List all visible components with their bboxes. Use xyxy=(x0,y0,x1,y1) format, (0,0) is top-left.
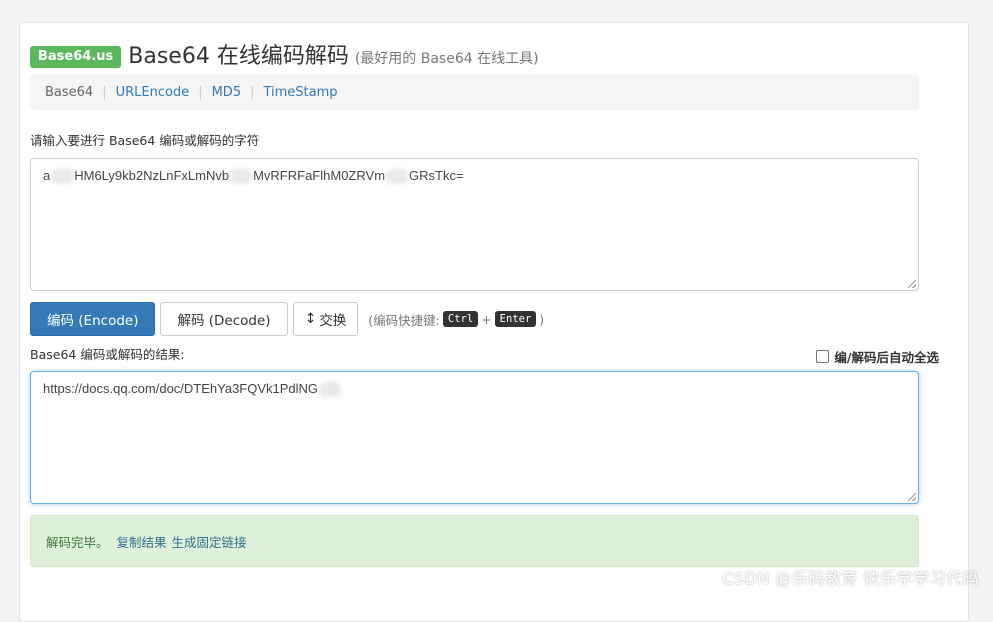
alert-status: 解码完毕。 xyxy=(46,532,109,551)
redaction-blur xyxy=(386,169,408,184)
source-text-part: MvRFRFaFlhM0ZRVm xyxy=(253,168,385,183)
result-text: https://docs.qq.com/doc/DTEhYa3FQVk1PdlN… xyxy=(43,381,318,396)
shortcut-hint: (编码快捷键: Ctrl + Enter ) xyxy=(368,310,544,329)
redaction-blur xyxy=(230,169,252,184)
page-title: Base64 在线编码解码 xyxy=(128,38,349,70)
swap-button-label: 交换 xyxy=(319,309,346,329)
fixed-link-link[interactable]: 生成固定链接 xyxy=(172,532,247,551)
shortcut-suffix: ) xyxy=(539,312,544,327)
source-text-part: a xyxy=(43,168,50,183)
shortcut-plus: + xyxy=(481,312,491,327)
page-subtitle: (最好用的 Base64 在线工具) xyxy=(355,48,539,68)
swap-button[interactable]: ↕ 交换 xyxy=(293,302,359,336)
nav-item-base64[interactable]: Base64 xyxy=(45,85,93,100)
decode-button[interactable]: 解码 (Decode) xyxy=(160,302,287,336)
nav-separator: | xyxy=(102,85,106,100)
nav-separator: | xyxy=(198,85,202,100)
result-textarea[interactable]: https://docs.qq.com/doc/DTEhYa3FQVk1PdlN… xyxy=(30,371,919,504)
kbd-enter: Enter xyxy=(495,311,537,327)
source-input-label: 请输入要进行 Base64 编码或解码的字符 xyxy=(30,130,259,149)
resize-grip-icon[interactable] xyxy=(908,493,916,501)
watermark: CSDN @乐码教育 快乐学学习代码 xyxy=(722,565,979,589)
source-textarea[interactable]: a HM6Ly9kb2NzLnFxLmNvb MvRFRFaFlhM0ZRVm GRs… xyxy=(30,158,919,291)
auto-select-toggle[interactable]: 编/解码后自动全选 xyxy=(816,347,939,366)
redaction-blur xyxy=(319,382,341,397)
shortcut-prefix: (编码快捷键: xyxy=(368,310,440,329)
success-alert: 解码完毕。 复制结果 生成固定链接 xyxy=(30,515,919,567)
auto-select-checkbox[interactable] xyxy=(816,350,829,363)
action-toolbar: 编码 (Encode) 解码 (Decode) ↕ 交换 (编码快捷键: Ctr… xyxy=(30,302,544,336)
source-text-part: HM6Ly9kb2NzLnFxLmNvb xyxy=(74,168,229,183)
copy-result-link[interactable]: 复制结果 xyxy=(117,532,167,551)
nav-item-md5[interactable]: MD5 xyxy=(212,85,242,100)
swap-arrows-icon: ↕ xyxy=(305,311,317,327)
page-header: Base64.us Base64 在线编码解码 (最好用的 Base64 在线工… xyxy=(30,38,539,71)
nav-item-urlencode[interactable]: URLEncode xyxy=(116,85,190,100)
tool-nav: Base64 | URLEncode | MD5 | TimeStamp xyxy=(30,75,919,110)
source-text-part: GRsTkc= xyxy=(409,168,464,183)
auto-select-label: 编/解码后自动全选 xyxy=(834,347,939,366)
kbd-ctrl: Ctrl xyxy=(443,311,478,327)
brand-badge[interactable]: Base64.us xyxy=(30,46,121,68)
nav-separator: | xyxy=(250,85,254,100)
nav-item-timestamp[interactable]: TimeStamp xyxy=(263,85,337,100)
encode-button[interactable]: 编码 (Encode) xyxy=(30,302,155,336)
result-label: Base64 编码或解码的结果: xyxy=(30,344,185,363)
redaction-blur xyxy=(51,169,73,184)
resize-grip-icon[interactable] xyxy=(908,280,916,288)
